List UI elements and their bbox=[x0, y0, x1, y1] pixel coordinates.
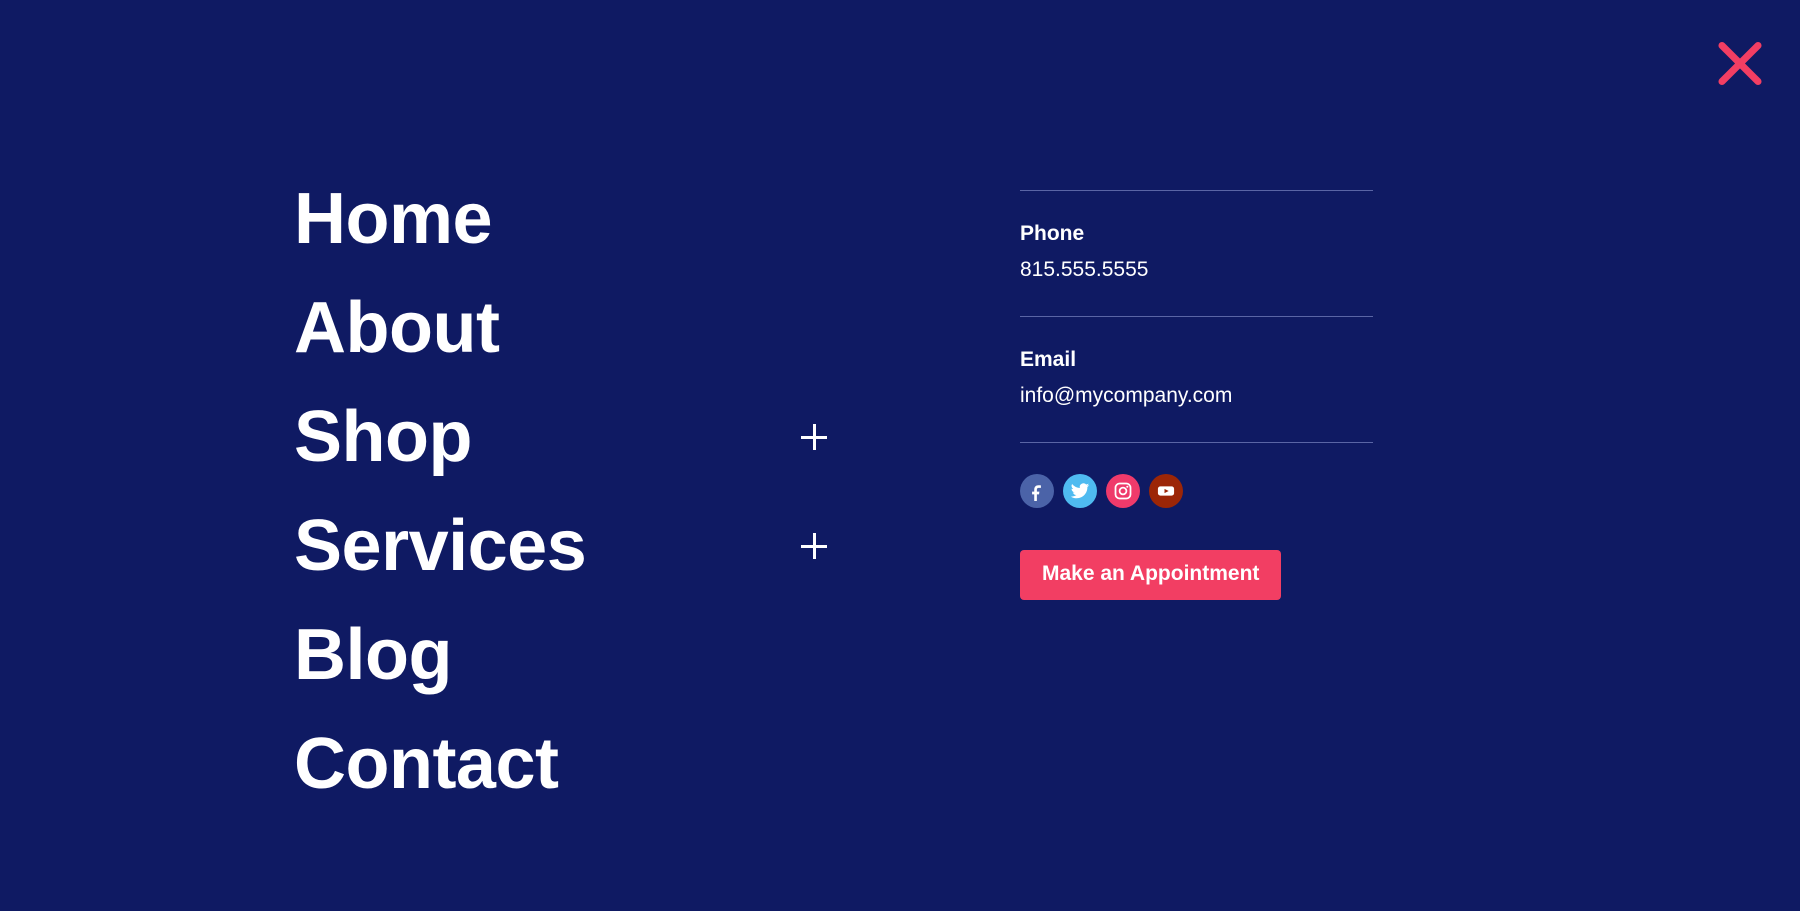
nav-item-shop[interactable]: Shop bbox=[294, 400, 854, 474]
facebook-icon[interactable] bbox=[1020, 474, 1054, 508]
phone-block: Phone 815.555.5555 bbox=[1020, 191, 1375, 316]
nav-item-label: Home bbox=[294, 179, 493, 259]
email-block: Email info@mycompany.com bbox=[1020, 317, 1375, 442]
submenu-plus-icon[interactable] bbox=[799, 422, 829, 452]
phone-value[interactable]: 815.555.5555 bbox=[1020, 255, 1375, 285]
phone-label: Phone bbox=[1020, 222, 1085, 245]
contact-panel: Phone 815.555.5555 Email info@mycompany.… bbox=[1020, 190, 1375, 600]
nav-item-about[interactable]: About bbox=[294, 291, 854, 365]
instagram-icon[interactable] bbox=[1106, 474, 1140, 508]
fullscreen-menu-overlay: Home About Shop Services Blog Contact Ph… bbox=[0, 0, 1800, 911]
nav-item-label: Blog bbox=[294, 615, 452, 695]
submenu-plus-icon[interactable] bbox=[799, 531, 829, 561]
nav-item-label: Contact bbox=[294, 724, 559, 804]
nav-item-blog[interactable]: Blog bbox=[294, 618, 854, 692]
nav-item-label: About bbox=[294, 288, 500, 368]
social-links bbox=[1020, 443, 1375, 508]
email-value[interactable]: info@mycompany.com bbox=[1020, 381, 1375, 411]
nav-item-label: Services bbox=[294, 506, 587, 586]
nav-item-label: Shop bbox=[294, 397, 472, 477]
close-icon[interactable] bbox=[1707, 30, 1773, 96]
primary-navigation: Home About Shop Services Blog Contact bbox=[294, 182, 854, 801]
youtube-icon[interactable] bbox=[1149, 474, 1183, 508]
email-label: Email bbox=[1020, 348, 1077, 371]
twitter-icon[interactable] bbox=[1063, 474, 1097, 508]
nav-item-services[interactable]: Services bbox=[294, 509, 854, 583]
nav-item-contact[interactable]: Contact bbox=[294, 727, 854, 801]
make-appointment-button[interactable]: Make an Appointment bbox=[1020, 550, 1282, 600]
nav-item-home[interactable]: Home bbox=[294, 182, 854, 256]
